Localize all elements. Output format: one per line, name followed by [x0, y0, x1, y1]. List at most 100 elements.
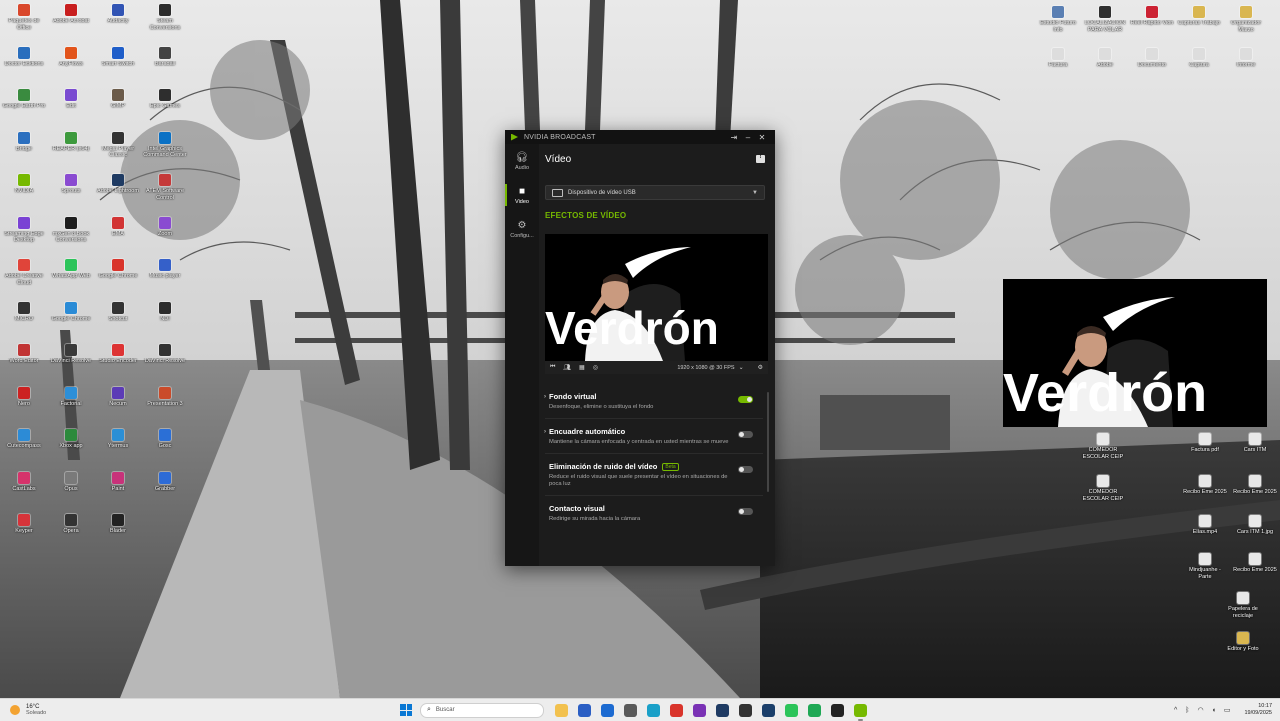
desktop-icon[interactable]: ATEM Software Control: [142, 174, 188, 201]
desktop-icon[interactable]: Editor y Foto: [1220, 632, 1266, 653]
taskbar-app-whatsapp[interactable]: [785, 703, 798, 717]
clock[interactable]: 10:17 19/09/2025: [1244, 703, 1272, 717]
battery-icon[interactable]: ▭: [1224, 706, 1231, 714]
desktop-icon[interactable]: Steam Conversions: [142, 4, 188, 31]
desktop-icon[interactable]: Music player: [142, 259, 188, 280]
taskbar-app-calculator[interactable]: [624, 703, 637, 717]
chevron-up-icon[interactable]: ^: [1174, 707, 1177, 714]
desktop-icon[interactable]: mxGen 8 Book Conversions: [48, 216, 94, 244]
start-button[interactable]: [400, 704, 412, 716]
desktop-icon[interactable]: Adobe Acrobat: [48, 4, 94, 25]
desktop-icon[interactable]: Zoom: [142, 216, 188, 238]
desktop-icon[interactable]: Informe: [1223, 48, 1269, 69]
desktop-icon[interactable]: Recibo Eme 2025: [1232, 553, 1278, 574]
nav-video[interactable]: ■ Video: [505, 178, 539, 212]
desktop-icon[interactable]: Nero: [1, 386, 47, 408]
scrollbar[interactable]: [767, 392, 769, 492]
desktop-icon[interactable]: Paint: [95, 471, 141, 493]
desktop-icon[interactable]: Doctor Ecktions: [1, 46, 47, 68]
taskbar-app-lightroom[interactable]: [716, 703, 729, 717]
desktop-icon[interactable]: Recibo Eme 2025: [1182, 475, 1228, 496]
taskbar-app-photoshop[interactable]: [762, 703, 775, 717]
desktop-icon[interactable]: Recibo Eme 2025: [1232, 475, 1278, 496]
desktop-icon[interactable]: Media Player Classic: [95, 131, 141, 159]
desktop-icon[interactable]: Papelera de reciclaje: [1220, 592, 1266, 619]
taskbar-app-nvidia-broadcast[interactable]: [854, 703, 867, 721]
desktop-icon[interactable]: Google Earth Pro: [1, 89, 47, 110]
desktop-icon[interactable]: Grabber: [142, 471, 188, 493]
desktop-icon[interactable]: Xbox app: [48, 429, 94, 450]
desktop-icon[interactable]: Factorial: [48, 386, 94, 408]
taskbar-app-terminal[interactable]: [739, 703, 752, 717]
desktop-icon[interactable]: Documento: [1129, 48, 1175, 69]
desktop-icon[interactable]: Elías.mp4: [1182, 515, 1228, 536]
desktop-icon[interactable]: Cutecompass: [1, 429, 47, 450]
toggle-fondo-virtual[interactable]: [738, 396, 753, 403]
desktop-icon[interactable]: Bridge: [1, 131, 47, 153]
desktop-icon[interactable]: Paquetes de Office: [1, 4, 47, 31]
toggle-eliminacion-ruido[interactable]: [738, 466, 753, 473]
desktop-icon[interactable]: Edit: [48, 89, 94, 110]
effect-contacto-visual[interactable]: Contacto visual Redirige su mirada hacia…: [545, 496, 763, 530]
desktop-icon[interactable]: Streaming Edge Desktop: [1, 216, 47, 244]
title-bar[interactable]: NVIDIA BROADCAST ⇥ – ✕: [505, 130, 775, 144]
desktop-icon[interactable]: GIMP: [95, 89, 141, 110]
nav-settings[interactable]: ⚙ Configu...: [505, 212, 539, 246]
desktop-icon[interactable]: Word Editor: [1, 344, 47, 365]
desktop-icon[interactable]: Estudio Futuro Info: [1035, 6, 1081, 33]
taskbar-app-outlook[interactable]: [601, 703, 614, 717]
eye-off-icon[interactable]: ◎: [593, 364, 598, 371]
desktop-icon[interactable]: Studio Encoder: [95, 344, 141, 365]
desktop-icon[interactable]: Necum: [95, 386, 141, 408]
minimize-button[interactable]: –: [741, 133, 755, 142]
desktop-icon[interactable]: COMEDOR ESCOLAR CEIP: [1080, 475, 1126, 502]
desktop-icon[interactable]: Intel Graphics Command Center: [142, 131, 188, 159]
desktop-icon[interactable]: DaVinci Resolve: [142, 344, 188, 365]
desktop-icon[interactable]: Shotcut: [95, 301, 141, 323]
desktop-icon[interactable]: WhatsApp Web: [48, 259, 94, 280]
desktop-icon[interactable]: Sprouts: [48, 174, 94, 195]
desktop-icon[interactable]: Captura: [1176, 48, 1222, 69]
desktop-icon[interactable]: Adobe Lightroom: [95, 174, 141, 195]
effect-eliminacion-ruido[interactable]: Eliminación de ruido del vídeo Beta Reduc…: [545, 454, 763, 496]
desktop-icon[interactable]: Baradall: [142, 46, 188, 68]
volume-icon[interactable]: ◖: [1212, 707, 1216, 714]
resolution-select[interactable]: 1920 x 1080 @ 30 FPS: [677, 365, 734, 371]
desktop-icon[interactable]: Opera: [48, 514, 94, 535]
desktop-icon[interactable]: EMA: [95, 216, 141, 238]
desktop-icon[interactable]: NDI: [142, 301, 188, 323]
desktop-icon[interactable]: NVIDIA: [1, 174, 47, 195]
desktop-icon[interactable]: DaVinci Resolve: [48, 344, 94, 365]
device-dropdown[interactable]: Dispositivo de vídeo USB ▼: [545, 185, 765, 200]
taskbar-app-onenote[interactable]: [693, 703, 706, 717]
desktop-icon[interactable]: Ytermus: [95, 429, 141, 450]
wifi-icon[interactable]: ◠: [1198, 706, 1204, 714]
taskbar-app-edge[interactable]: [647, 703, 660, 717]
bluetooth-icon[interactable]: ᛒ: [1185, 707, 1189, 714]
taskbar-app-whatsapp-business[interactable]: [808, 703, 821, 717]
desktop-icon[interactable]: Smart Switch: [95, 46, 141, 68]
desktop-icon[interactable]: Google Chrome: [95, 259, 141, 280]
desktop-icon[interactable]: Factura: [1035, 48, 1081, 69]
mirror-icon[interactable]: ⏮: [550, 364, 555, 371]
desktop-icon[interactable]: MICRO: [1, 301, 47, 323]
effect-encuadre-automatico[interactable]: › Encuadre automático Mantiene la cámara …: [544, 419, 763, 454]
nav-audio[interactable]: 🎧︎ Audio: [505, 144, 539, 178]
desktop-icon[interactable]: REAPER (x64): [48, 131, 94, 153]
pin-icon[interactable]: ⇥: [727, 133, 741, 142]
desktop-icon[interactable]: CastLabs: [1, 471, 47, 493]
desktop-icon[interactable]: Cars ITM 1.jpg: [1232, 515, 1278, 536]
taskbar-app-obs[interactable]: [831, 703, 844, 717]
desktop-icon[interactable]: Factura pdf: [1182, 433, 1228, 454]
desktop-icon[interactable]: LOCALIZACIÓN PARA VOLAR: [1082, 6, 1128, 33]
desktop-icon[interactable]: Adobe: [1082, 48, 1128, 69]
layers-icon[interactable]: ▦: [579, 364, 585, 371]
search-box[interactable]: ⌕ Buscar: [420, 702, 544, 718]
desktop-icon[interactable]: Gosc: [142, 429, 188, 450]
desktop-icon[interactable]: Presentation 3: [142, 386, 188, 408]
toggle-contacto-visual[interactable]: [738, 508, 753, 515]
desktop-icon[interactable]: Blader: [95, 514, 141, 535]
desktop-icon[interactable]: Opus: [48, 471, 94, 493]
desktop-icon[interactable]: Adobe Creative Cloud: [1, 259, 47, 286]
desktop-icon[interactable]: Cars ITM: [1232, 433, 1278, 454]
